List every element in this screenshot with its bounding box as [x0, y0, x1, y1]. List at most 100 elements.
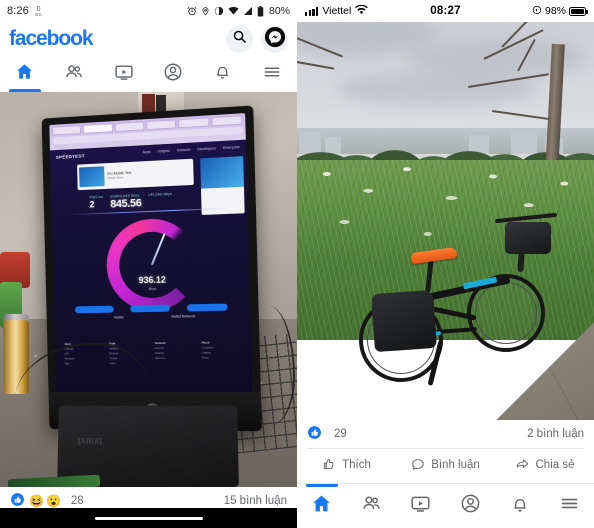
bell-icon: [213, 62, 232, 86]
seat-post: [425, 257, 434, 293]
ad-thumbnail: [79, 166, 105, 188]
browser-tab: [52, 125, 82, 136]
watch-video-icon: [410, 493, 431, 519]
like-button[interactable]: Thích: [297, 457, 396, 474]
sidebar-item-notifications[interactable]: [198, 56, 248, 92]
reaction-count: 29: [334, 428, 347, 440]
alarm-icon: [187, 6, 197, 16]
dnd-icon: [214, 6, 224, 16]
wow-reaction-icon: 😮: [45, 494, 61, 508]
device-brand-text: brand: [78, 435, 103, 446]
sidebar-item-home[interactable]: [0, 56, 50, 92]
like-button-label: Thích: [342, 459, 371, 471]
gesture-home-pill[interactable]: [94, 516, 203, 520]
signal-icon: [243, 6, 253, 16]
comment-button[interactable]: Bình luận: [396, 457, 495, 474]
location-icon: [201, 6, 210, 16]
battery-percent-label: 80%: [268, 5, 290, 17]
orange-saddle: [410, 246, 458, 265]
status-bar-time: 8:26: [7, 5, 29, 17]
upload-label: UPLOAD Mbps: [148, 191, 173, 198]
share-arrow-icon: [515, 457, 530, 474]
post-action-buttons: Thích Bình luận Chia sẻ: [297, 449, 594, 481]
facebook-nav-tabs: [0, 56, 297, 92]
battery-icon: [257, 5, 264, 17]
comment-button-label: Bình luận: [431, 459, 480, 471]
speedtest-metrics: PING ms 2 DOWNLOAD Mbps 845.56 UPLOAD Mb…: [89, 190, 208, 211]
right-phone-screenshot: Viettel 08:27 98% 29 2 bình luận Thích B…: [297, 0, 594, 528]
speedtest-menu-item: Network: [176, 147, 191, 153]
speedtest-menu-item: Enterprise: [222, 145, 240, 151]
left-phone-screenshot: 8:26 0 INTL 80% facebook SPEEDTEST Apps …: [0, 0, 297, 528]
metric-ping: PING ms 2: [89, 195, 103, 209]
sidebar-item-friends[interactable]: [50, 56, 100, 92]
browser-tab: [210, 115, 243, 127]
hamburger-menu-icon: [559, 493, 580, 519]
search-icon: [232, 29, 247, 49]
comment-count-label[interactable]: 15 bình luận: [224, 495, 287, 507]
thumbs-up-icon: [322, 457, 336, 474]
browser-tab: [146, 119, 177, 131]
browser-tab: [178, 117, 210, 129]
sidebar-item-notifications[interactable]: [495, 484, 545, 528]
post-photo-bicycle[interactable]: [297, 0, 594, 420]
search-button[interactable]: [226, 25, 253, 53]
comment-count-label[interactable]: 2 bình luận: [527, 428, 584, 440]
ping-value: 2: [89, 199, 95, 210]
reaction-icons-group[interactable]: 29: [307, 425, 347, 443]
post-footer: 29 2 bình luận Thích Bình luận Chia sẻ: [297, 420, 594, 481]
speedtest-cta-button[interactable]: [186, 303, 228, 312]
folding-bicycle: [359, 212, 559, 386]
sidebar-item-profile[interactable]: [149, 56, 199, 92]
metric-download: DOWNLOAD Mbps 845.56: [110, 193, 142, 210]
profile-icon: [460, 493, 481, 519]
speedtest-menu-item: Apps: [142, 149, 151, 155]
sidebar-item-menu[interactable]: [248, 56, 298, 92]
sidebar-item-profile[interactable]: [446, 484, 496, 528]
android-status-bar: 8:26 0 INTL 80%: [0, 0, 297, 22]
wifi-icon: [228, 6, 239, 16]
speedtest-menu-item: Insights: [157, 148, 171, 154]
speedtest-menu: Apps Insights Network Developers Enterpr…: [143, 145, 240, 154]
sidebar-item-home[interactable]: [297, 484, 347, 528]
cloud: [337, 72, 537, 106]
ping-label: PING ms: [89, 194, 104, 200]
share-button[interactable]: Chia sẻ: [495, 457, 594, 474]
speedtest-isp-row: Viettel Viettel Network: [91, 314, 220, 320]
facebook-nav-tabs-ios: [297, 483, 594, 528]
watch-video-icon: [114, 62, 134, 87]
active-tab-indicator: [305, 484, 338, 487]
speedtest-cta-button[interactable]: [130, 304, 170, 313]
keyboard-icon: 0 INTL: [34, 5, 43, 17]
post-photo-speedtest[interactable]: SPEEDTEST Apps Insights Network Develope…: [0, 92, 297, 487]
sidebar-item-friends[interactable]: [347, 484, 397, 528]
messenger-icon: [264, 26, 286, 53]
home-icon: [15, 62, 34, 86]
pannier-bag: [371, 289, 437, 353]
sidebar-item-watch[interactable]: [396, 484, 446, 528]
messenger-button[interactable]: [261, 25, 288, 53]
battery-icon: [569, 6, 588, 16]
footer-column: Network Servers Hosting Sponsor: [154, 340, 166, 360]
gauge-value: 936.12: [138, 274, 167, 286]
isp-name: Viettel: [113, 315, 124, 320]
ios-status-bar: Viettel 08:27 98%: [297, 0, 594, 22]
speedtest-menu-item: Developers: [197, 146, 216, 152]
footer-column: About Company Careers Press: [201, 340, 213, 360]
hamburger-menu-icon: [262, 62, 282, 87]
share-button-label: Chia sẻ: [535, 459, 575, 471]
sidebar-item-menu[interactable]: [545, 484, 594, 528]
home-icon: [311, 493, 332, 519]
speedtest-cta-button[interactable]: [75, 305, 115, 314]
facebook-logo: facebook: [9, 27, 94, 50]
profile-icon: [163, 62, 183, 87]
rotation-lock-icon: [532, 5, 542, 18]
post-reaction-row: 29 2 bình luận: [297, 420, 594, 448]
side-by-side-screenshot-comparison: 8:26 0 INTL 80% facebook SPEEDTEST Apps …: [0, 0, 594, 528]
friends-icon: [64, 62, 84, 87]
ad-subtitle: Mobile Apps: [107, 175, 124, 180]
speedtest-gauge: 936.12 Mbps: [105, 217, 200, 312]
sidebar-item-watch[interactable]: [99, 56, 149, 92]
metric-upload: UPLOAD Mbps: [148, 192, 172, 197]
speedtest-button-row: [67, 303, 236, 314]
